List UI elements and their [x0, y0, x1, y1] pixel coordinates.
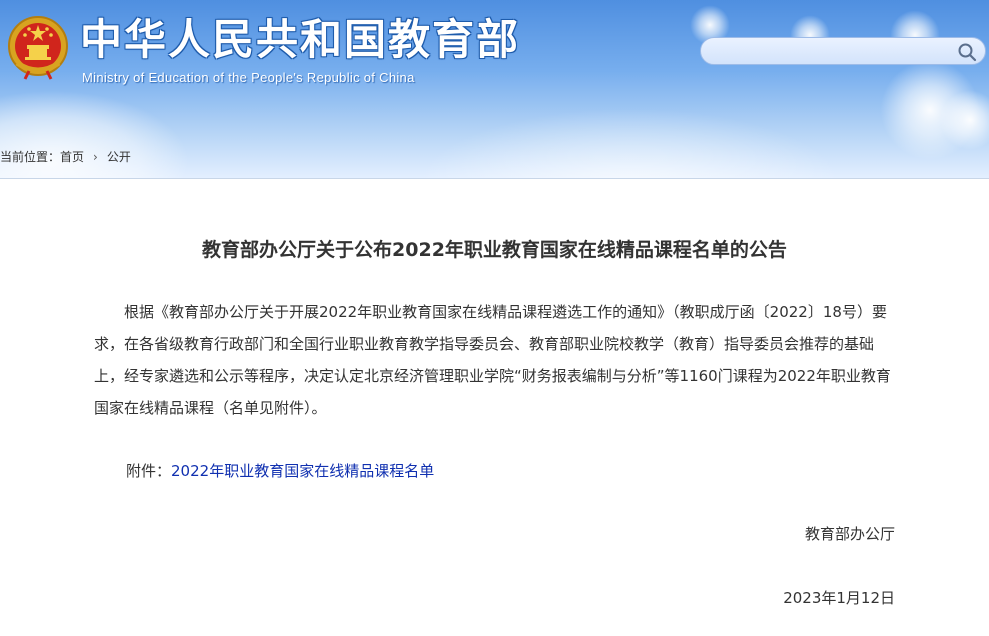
search-icon[interactable]: [957, 42, 977, 62]
search-input[interactable]: [713, 42, 957, 62]
breadcrumb: 当前位置：首页 › 公开: [0, 148, 131, 165]
attachment-label: 附件：: [126, 462, 172, 480]
article-date: 2023年1月12日: [783, 589, 895, 607]
article-signature: 教育部办公厅: [804, 525, 895, 543]
article-panel: 教育部办公厅关于公布2022年职业教育国家在线精品课程名单的公告 根据《教育部办…: [0, 178, 989, 636]
article-title: 教育部办公厅关于公布2022年职业教育国家在线精品课程名单的公告: [202, 239, 787, 261]
national-emblem-icon[interactable]: [7, 15, 69, 80]
breadcrumb-public-link[interactable]: 公开: [107, 150, 131, 164]
breadcrumb-home-link[interactable]: 首页: [60, 150, 84, 164]
attachment-link[interactable]: 2022年职业教育国家在线精品课程名单: [171, 462, 434, 480]
site-header: 中华人民共和国教育部 Ministry of Education of the …: [0, 0, 989, 178]
site-title[interactable]: 中华人民共和国教育部: [80, 14, 520, 66]
breadcrumb-label: 当前位置：: [0, 150, 61, 164]
search-box[interactable]: [700, 37, 986, 65]
header-cloud-decoration: [420, 110, 840, 178]
site-subtitle: Ministry of Education of the People's Re…: [82, 70, 415, 85]
attachment-line: 附件：2022年职业教育国家在线精品课程名单: [126, 460, 434, 481]
article-body: 根据《教育部办公厅关于开展2022年职业教育国家在线精品课程遴选工作的通知》（教…: [94, 303, 891, 417]
chevron-right-icon: ›: [93, 149, 98, 164]
